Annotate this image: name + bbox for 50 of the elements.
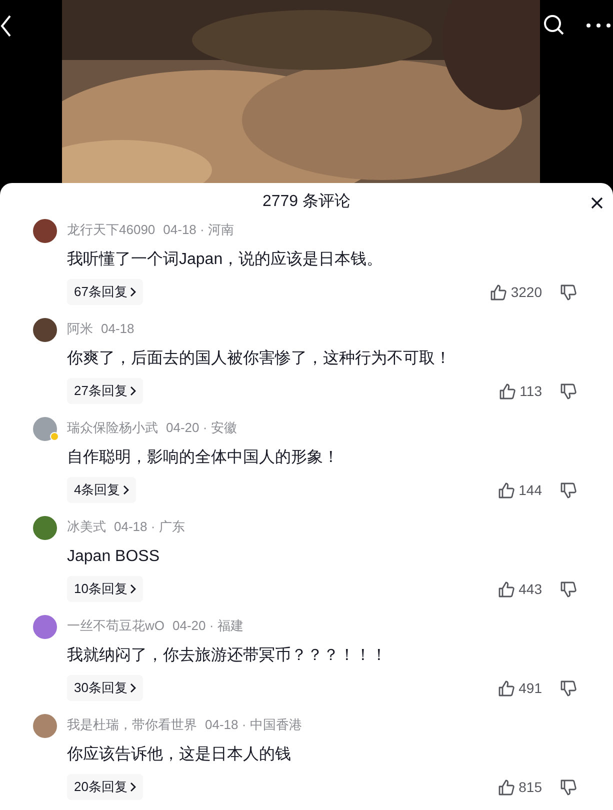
replies-button[interactable]: 67条回复 — [67, 279, 144, 305]
replies-button[interactable]: 10条回复 — [67, 576, 144, 602]
comment-meta: 04-18 · 广东 — [114, 518, 185, 536]
comment-meta: 04-18 · 河南 — [163, 221, 234, 239]
thumbs-up-icon — [498, 382, 516, 400]
more-icon[interactable] — [586, 23, 613, 28]
like-button[interactable]: 113 — [498, 380, 542, 402]
comments-title: 2779 条评论 — [262, 192, 351, 212]
like-button[interactable]: 491 — [498, 678, 542, 698]
comment-text: 自作聪明，影响的全体中国人的形象！ — [67, 448, 340, 468]
comment-meta: 04-20 · 安徽 — [166, 419, 237, 437]
thumbs-up-icon — [490, 284, 507, 300]
like-button[interactable]: 815 — [498, 776, 542, 798]
comment-text: 你应该告诉他，这是日本人的钱 — [67, 744, 292, 765]
comment-meta: 04-20 · 福建 — [172, 617, 244, 635]
avatar[interactable] — [33, 318, 57, 342]
comment-meta: 04-18 · 中国香港 — [205, 716, 302, 734]
search-icon[interactable] — [543, 14, 565, 36]
dislike-icon[interactable] — [560, 680, 577, 696]
replies-button[interactable]: 20条回复 — [67, 774, 144, 800]
comment-text: 你爽了，后面去的国人被你害惨了，这种行为不可取！ — [67, 348, 452, 369]
comment-text: Japan BOSS — [67, 547, 160, 567]
comment-text: 我听懂了一个词Japan，说的应该是日本钱。 — [67, 250, 384, 270]
dislike-icon[interactable] — [560, 482, 577, 498]
like-button[interactable]: 144 — [498, 480, 542, 500]
avatar[interactable] — [33, 219, 57, 243]
chevron-right-icon — [130, 287, 136, 297]
dislike-icon[interactable] — [560, 284, 577, 300]
back-icon[interactable] — [0, 14, 12, 38]
replies-button[interactable]: 4条回复 — [67, 477, 136, 503]
thumbs-up-icon — [498, 680, 515, 696]
chevron-right-icon — [130, 782, 136, 792]
thumbs-up-icon — [498, 580, 515, 598]
chevron-right-icon — [130, 683, 136, 693]
chevron-right-icon — [123, 485, 130, 495]
comment-meta: 04-18 — [101, 320, 134, 338]
chevron-right-icon — [130, 584, 136, 594]
dislike-icon[interactable] — [560, 382, 577, 400]
replies-button[interactable]: 30条回复 — [67, 675, 144, 701]
like-button[interactable]: 3220 — [490, 282, 542, 302]
dislike-icon[interactable] — [560, 580, 577, 598]
thumbs-up-icon — [498, 778, 515, 796]
close-icon[interactable] — [591, 197, 603, 209]
thumbs-up-icon — [498, 482, 515, 498]
avatar[interactable] — [33, 516, 57, 540]
comment-text: 我就纳闷了，你去旅游还带冥币？？？！！！ — [67, 646, 388, 666]
dislike-icon[interactable] — [560, 778, 577, 796]
replies-button[interactable]: 27条回复 — [67, 378, 144, 404]
like-button[interactable]: 443 — [498, 578, 542, 600]
chevron-right-icon — [130, 386, 136, 396]
